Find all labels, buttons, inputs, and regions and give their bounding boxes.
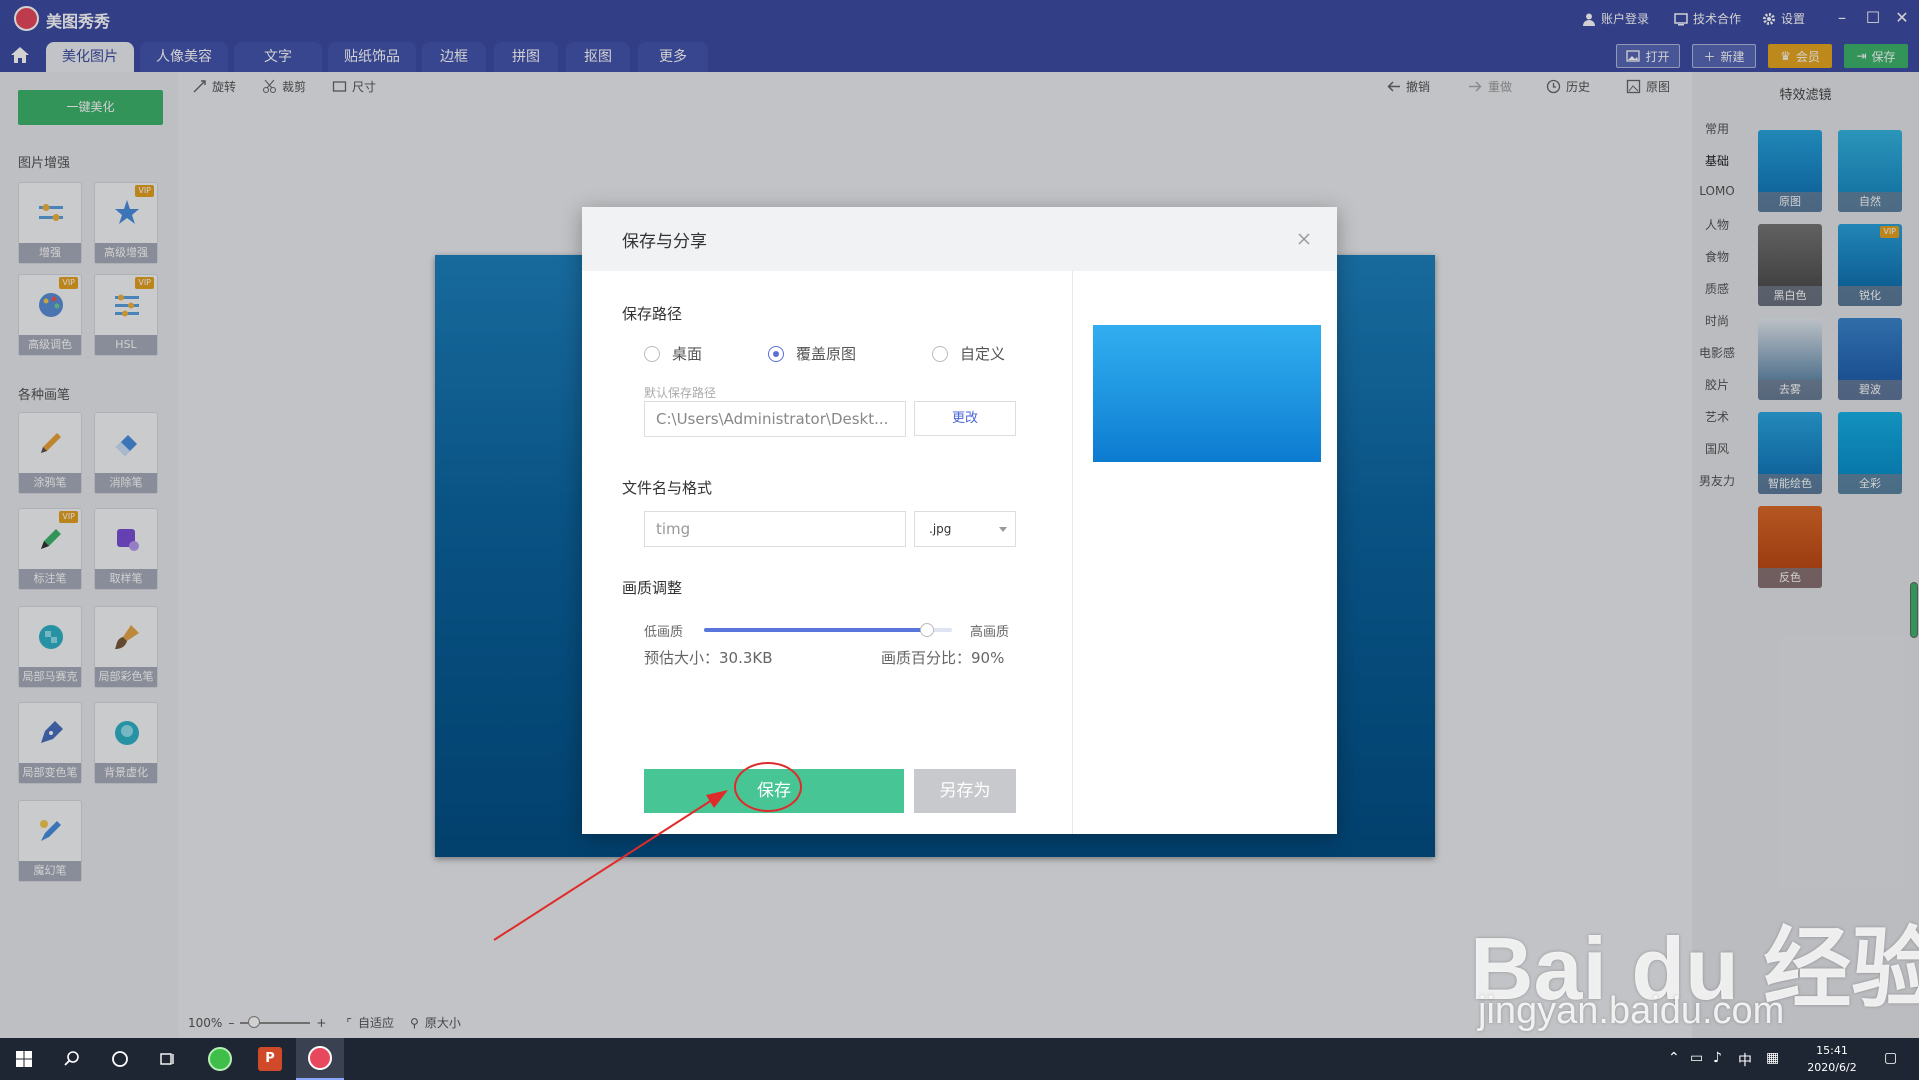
task-view-button[interactable] [144,1038,192,1080]
keyboard-icon[interactable]: ▦ [1766,1050,1779,1066]
estimated-size: 预估大小：30.3KB [644,649,773,667]
radio-custom[interactable]: 自定义 [932,343,1005,364]
radio-desktop[interactable]: 桌面 [644,343,702,364]
search-taskbar-button[interactable] [48,1038,96,1080]
radio-circle [932,345,948,362]
powerpoint-icon: P [258,1047,282,1071]
radio-circle-selected [768,345,784,362]
filename-input[interactable]: timg [644,511,906,547]
quality-slider-knob[interactable] [920,623,935,637]
format-select[interactable]: .jpg [914,511,1016,547]
file-format-label: 文件名与格式 [622,479,713,497]
quality-slider[interactable] [704,623,952,637]
save-as-button[interactable]: 另存为 [914,769,1016,813]
radio-overwrite-original[interactable]: 覆盖原图 [768,343,856,364]
default-path-label: 默认保存路径 [644,386,717,400]
circle-icon [112,1051,128,1067]
notification-icon[interactable]: ▢ [1884,1050,1897,1066]
green-app-icon [208,1047,232,1071]
clock[interactable]: 15:41 2020/6/2 [1788,1042,1876,1076]
search-icon [64,1051,79,1066]
ime-indicator[interactable]: 中 [1738,1050,1752,1070]
high-quality-label: 高画质 [970,625,1010,640]
change-path-button[interactable]: 更改 [914,401,1016,436]
dialog-divider [1072,271,1073,834]
taskbar-app-powerpoint[interactable]: P [246,1038,294,1080]
network-icon[interactable]: ▭ [1690,1050,1703,1066]
chevron-down-icon [999,527,1007,532]
windows-logo-icon [16,1051,32,1067]
radio-circle [644,345,660,362]
image-preview [1093,325,1321,462]
save-path-label: 保存路径 [622,305,683,323]
low-quality-label: 低画质 [644,625,684,640]
volume-icon[interactable]: ♪ [1713,1050,1722,1066]
watermark-url: jingyan.baidu.com [1478,990,1785,1032]
meitu-icon [308,1046,332,1070]
save-path-field[interactable]: C:\Users\Administrator\Deskt... [644,401,906,437]
windows-taskbar: P ⌃ ▭ ♪ 中 ▦ 15:41 2020/6/2 ▢ [0,1038,1919,1080]
task-view-icon [160,1053,174,1065]
start-button[interactable] [0,1038,48,1080]
quality-label: 画质调整 [622,579,683,597]
cortana-button[interactable] [96,1038,144,1080]
save-share-dialog: 保存与分享 保存路径 桌面 覆盖原图 自定义 默认保存路径 C:\Users\A… [582,207,1337,834]
quality-slider-fill [704,628,928,632]
annotation-circle [734,762,802,812]
close-icon[interactable] [1294,229,1314,249]
quality-percentage: 画质百分比：90% [881,649,1005,667]
dialog-header: 保存与分享 [582,207,1337,271]
taskbar-app-meitu[interactable] [296,1038,344,1080]
tray-expand-icon[interactable]: ⌃ [1668,1050,1680,1066]
dialog-title: 保存与分享 [622,232,707,252]
taskbar-app-browser[interactable] [196,1038,244,1080]
